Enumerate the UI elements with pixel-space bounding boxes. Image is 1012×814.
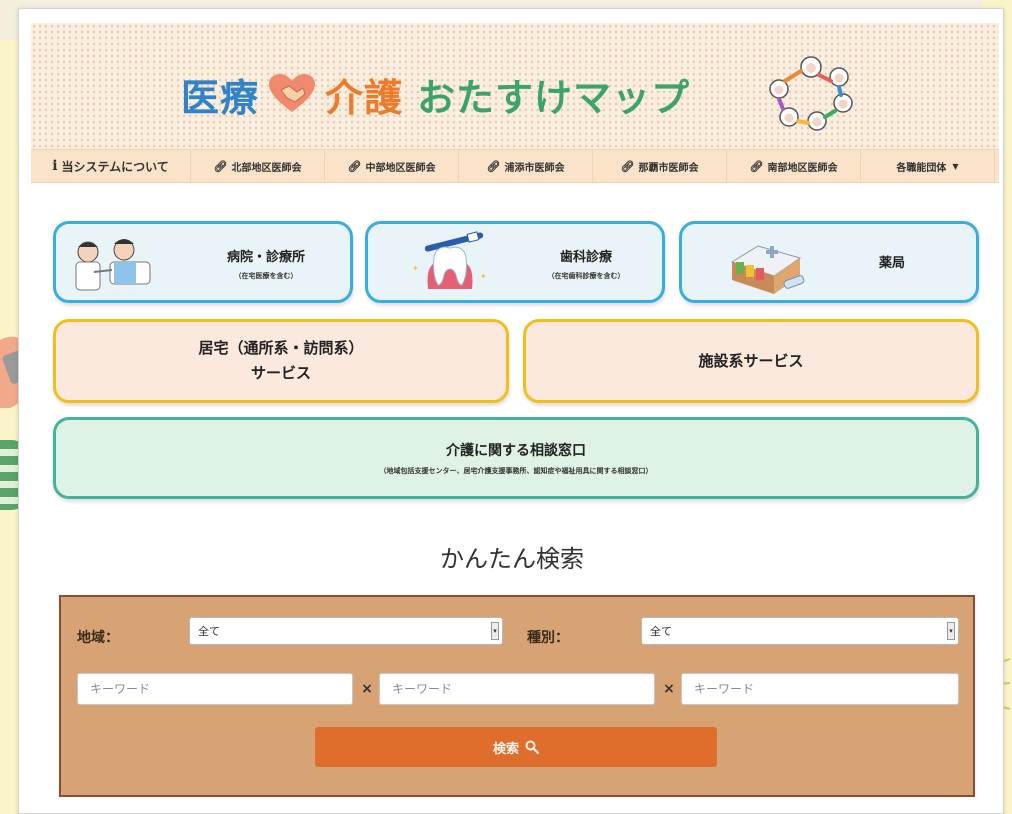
card-pharmacy[interactable]: 薬局: [679, 221, 979, 303]
type-label: 種別：: [527, 630, 569, 646]
link-icon: 🔗︎: [620, 159, 635, 173]
card-hospital-title: 病院・診療所: [226, 250, 305, 265]
title-helper-map: おたすけマップ: [417, 75, 691, 120]
site-title[interactable]: 医療 介護 おたすけマップ: [181, 69, 691, 120]
main-navbar: i 当システムについて 🔗︎ 北部地区医師会 🔗︎ 中部地区医師会 🔗︎ 浦添市…: [31, 149, 999, 183]
caret-down-icon: ▼: [952, 161, 959, 171]
browser-page: 医療 介護 おたすけマップ i 当システムについて 🔗︎ 北部地区医師会 🔗︎ …: [18, 8, 1004, 814]
times-icon: ×: [361, 681, 373, 697]
select-arrow-icon: ▾: [947, 622, 955, 640]
card-pharmacy-title: 薬局: [878, 256, 905, 271]
heart-handshake-icon: [269, 74, 316, 112]
keyword-input-3[interactable]: [681, 673, 959, 705]
search-panel: 地域： 全て ▾ 種別： 全て ▾ × × 検索: [59, 595, 975, 797]
times-icon: ×: [663, 681, 675, 697]
title-care: 介護: [325, 75, 404, 120]
select-arrow-icon: ▾: [491, 622, 499, 640]
nav-about-system[interactable]: i 当システムについて: [31, 149, 191, 183]
card-consult-sub: （地域包括支援センター、居宅介護支援事務所、認知症や福祉用具に関する相談窓口）: [379, 467, 653, 475]
card-home-care-line1: 居宅（通所系・訪問系）: [198, 339, 364, 357]
nav-dropdown-professional-groups[interactable]: 各職能団体 ▼: [861, 149, 995, 183]
medicine-box-icon: [730, 245, 805, 294]
card-facility-services[interactable]: 施設系サービス: [523, 319, 979, 403]
card-care-consultation[interactable]: 介護に関する相談窓口 （地域包括支援センター、居宅介護支援事務所、認知症や福祉用…: [53, 417, 979, 499]
nav-link-south[interactable]: 🔗︎ 南部地区医師会: [727, 149, 861, 183]
card-home-care-line2: サービス: [250, 364, 311, 382]
card-dental-sub: （在宅歯科診療を含む）: [547, 272, 625, 280]
link-icon: 🔗︎: [213, 159, 228, 173]
keyword-input-2[interactable]: [379, 673, 655, 705]
search-icon: [525, 740, 539, 754]
svg-text:✦: ✦: [480, 272, 487, 281]
nav-link-central[interactable]: 🔗︎ 中部地区医師会: [325, 149, 459, 183]
type-select[interactable]: 全て ▾: [641, 617, 959, 645]
link-icon: 🔗︎: [749, 159, 764, 173]
card-hospital[interactable]: 病院・診療所 （在宅医療を含む）: [53, 221, 353, 303]
nav-link-naha[interactable]: 🔗︎ 那覇市医師会: [593, 149, 727, 183]
keyword-input-1[interactable]: [77, 673, 353, 705]
card-dental[interactable]: ✦ ✦ 歯科診療 （在宅歯科診療を含む）: [365, 221, 665, 303]
card-dental-title: 歯科診療: [559, 250, 612, 265]
link-icon: 🔗︎: [486, 159, 501, 173]
svg-text:✦: ✦: [412, 264, 419, 273]
doctor-patient-icon: [75, 239, 151, 291]
people-circle-logo: [769, 56, 853, 131]
card-hospital-sub: （在宅医療を含む）: [234, 272, 298, 280]
card-consult-title: 介護に関する相談窓口: [446, 443, 586, 459]
nav-link-north[interactable]: 🔗︎ 北部地区医師会: [191, 149, 325, 183]
screen: 医療 介護 おたすけマップ i 当システムについて 🔗︎ 北部地区医師会 🔗︎ …: [0, 0, 1012, 814]
title-medical: 医療: [181, 75, 260, 120]
header-banner: 医療 介護 おたすけマップ: [31, 23, 999, 149]
info-icon: i: [52, 158, 58, 174]
search-button[interactable]: 検索: [315, 727, 717, 767]
card-home-care-services[interactable]: 居宅（通所系・訪問系） サービス: [53, 319, 509, 403]
tooth-brush-icon: ✦ ✦: [412, 231, 487, 289]
link-icon: 🔗︎: [347, 159, 362, 173]
region-select[interactable]: 全て ▾: [189, 617, 503, 645]
card-facility-title: 施設系サービス: [698, 351, 804, 370]
region-label: 地域：: [77, 630, 119, 646]
search-heading: かんたん検索: [440, 545, 584, 573]
nav-link-urasoe[interactable]: 🔗︎ 浦添市医師会: [459, 149, 593, 183]
